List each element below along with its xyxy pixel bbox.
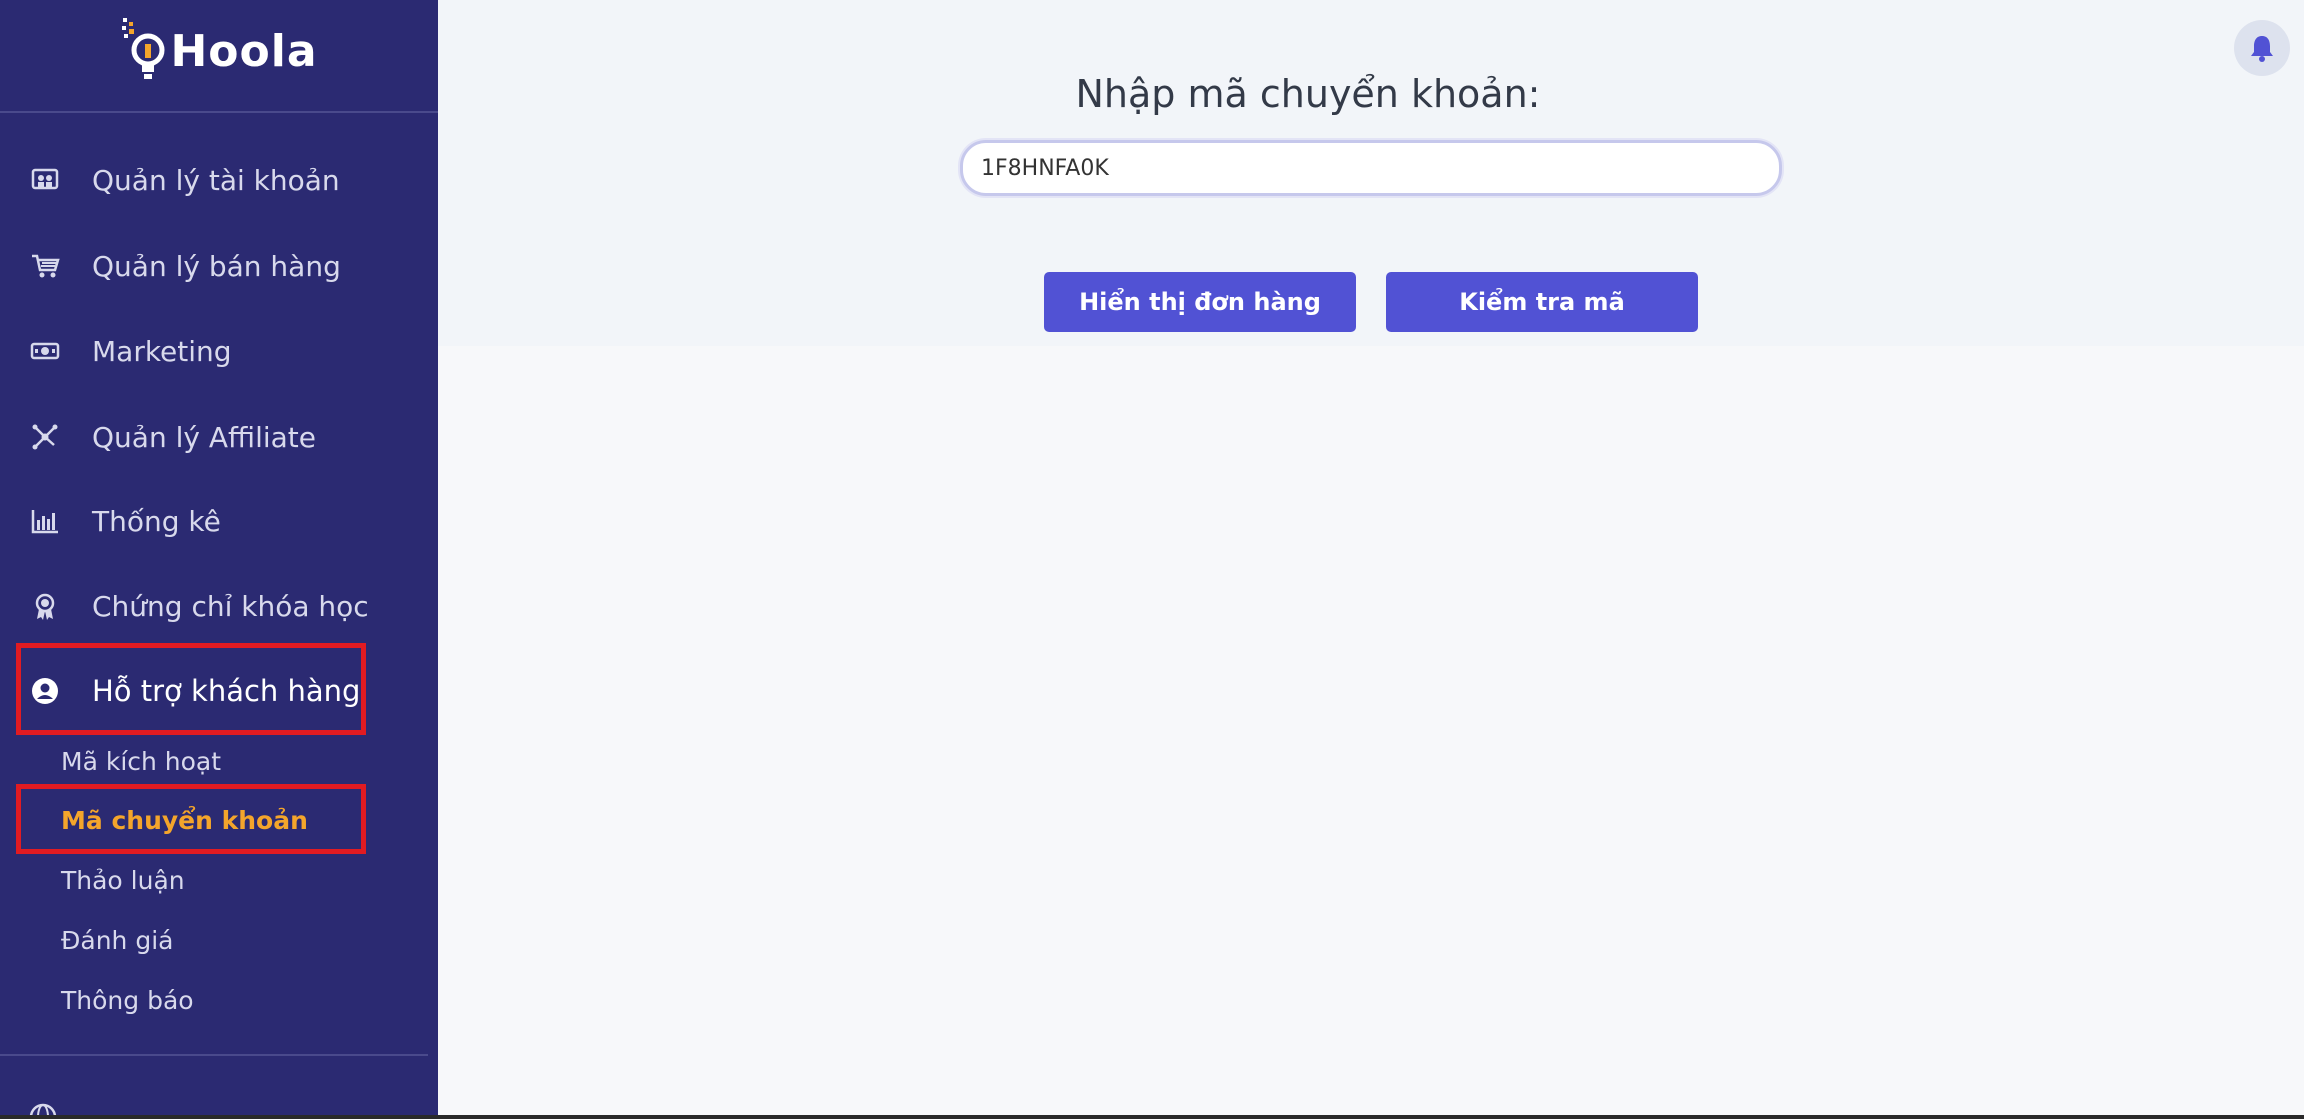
logo[interactable]: Hoola bbox=[0, 0, 438, 112]
sidebar-item-label: Marketing bbox=[92, 334, 232, 368]
sidebar-item-statistics[interactable]: Thống kê bbox=[28, 501, 221, 541]
sidebar-item-affiliate-management[interactable]: Quản lý Affiliate bbox=[28, 417, 316, 457]
subitem-label: Thảo luận bbox=[61, 865, 185, 895]
sidebar: Hoola Quản lý tài khoản Quản lý bán hàng… bbox=[0, 0, 438, 1119]
sidebar-item-label: Chứng chỉ khóa học bbox=[92, 589, 369, 623]
main-content: Nhập mã chuyển khoản: Hiển thị đơn hàng … bbox=[438, 0, 2304, 1119]
sidebar-item-label: Quản lý Affiliate bbox=[92, 420, 316, 454]
sidebar-item-sales-management[interactable]: Quản lý bán hàng bbox=[28, 246, 341, 286]
form-title: Nhập mã chuyển khoản: bbox=[1075, 72, 1541, 116]
sidebar-item-label: Quản lý bán hàng bbox=[92, 249, 341, 283]
subitem-discussions[interactable]: Thảo luận bbox=[61, 862, 185, 898]
network-icon bbox=[28, 420, 62, 454]
sidebar-item-label: Thống kê bbox=[92, 504, 221, 538]
subitem-activation-codes[interactable]: Mã kích hoạt bbox=[61, 743, 221, 779]
highlight-box bbox=[16, 643, 366, 735]
transfer-code-panel: Nhập mã chuyển khoản: Hiển thị đơn hàng … bbox=[438, 0, 2304, 346]
transfer-code-input[interactable] bbox=[960, 140, 1782, 196]
brand-name: Hoola bbox=[170, 25, 318, 77]
money-icon bbox=[28, 334, 62, 368]
sidebar-item-account-management[interactable]: Quản lý tài khoản bbox=[28, 160, 340, 200]
subitem-label: Đánh giá bbox=[61, 925, 174, 955]
divider bbox=[0, 111, 438, 113]
bell-icon bbox=[2251, 36, 2273, 62]
sidebar-item-label: Quản lý tài khoản bbox=[92, 163, 340, 197]
check-code-button[interactable]: Kiểm tra mã bbox=[1386, 272, 1698, 332]
highlight-box bbox=[16, 784, 366, 854]
subitem-notifications[interactable]: Thông báo bbox=[61, 982, 194, 1018]
subitem-reviews[interactable]: Đánh giá bbox=[61, 922, 173, 958]
subitem-label: Mã kích hoạt bbox=[61, 746, 222, 776]
app: Hoola Quản lý tài khoản Quản lý bán hàng… bbox=[0, 0, 2304, 1119]
subitem-label: Thông báo bbox=[61, 985, 194, 1015]
sidebar-item-marketing[interactable]: Marketing bbox=[28, 331, 232, 371]
lightbulb-logo-icon bbox=[122, 18, 165, 79]
divider bbox=[0, 1054, 428, 1056]
cart-icon bbox=[28, 249, 62, 283]
user-group-icon bbox=[28, 163, 62, 197]
award-icon bbox=[28, 589, 62, 623]
bottom-border bbox=[0, 1115, 2304, 1119]
notification-bell-button[interactable] bbox=[2234, 20, 2290, 76]
show-order-button[interactable]: Hiển thị đơn hàng bbox=[1044, 272, 1356, 332]
sidebar-item-course-certificates[interactable]: Chứng chỉ khóa học bbox=[28, 586, 369, 626]
bar-chart-icon bbox=[28, 504, 62, 538]
